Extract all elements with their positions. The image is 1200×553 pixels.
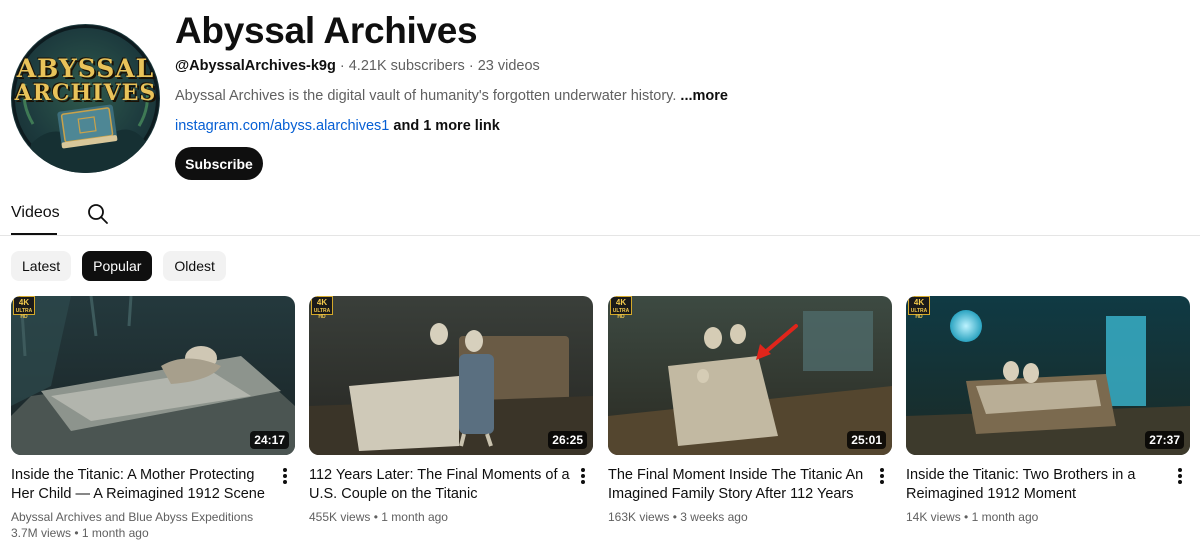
chip-latest[interactable]: Latest (11, 251, 72, 281)
video-stats: 455K views • 1 month ago (309, 509, 448, 525)
subscriber-count: 4.21K subscribers (348, 58, 465, 74)
video-stats: 3.7M views • 1 month ago (11, 525, 149, 541)
more-description-link[interactable]: ...more (680, 88, 728, 104)
video-title[interactable]: The Final Moment Inside The Titanic An I… (608, 466, 870, 504)
more-links-link[interactable]: and 1 more link (393, 118, 499, 134)
logo-text-line2: ARCHIVES (14, 80, 157, 106)
view-count: 163K views (608, 510, 670, 524)
meta-dot: • (74, 526, 82, 540)
video-duration: 26:25 (548, 431, 587, 449)
channel-links: instagram.com/abyss.alarchives1 and 1 mo… (175, 118, 500, 134)
channel-handle: @AbyssalArchives-k9g (175, 58, 336, 74)
view-count: 3.7M views (11, 526, 72, 540)
sort-chips: Latest Popular Oldest (11, 251, 226, 281)
video-thumbnail[interactable]: 4K ULTRA HD 25:01 (608, 296, 892, 455)
chip-popular[interactable]: Popular (82, 251, 153, 281)
video-author[interactable]: Abyssal Archives and Blue Abyss Expediti… (11, 509, 253, 525)
channel-title: Abyssal Archives (175, 10, 478, 51)
video-duration: 24:17 (250, 431, 289, 449)
video-count: 23 videos (477, 58, 540, 74)
video-title[interactable]: Inside the Titanic: Two Brothers in a Re… (906, 466, 1168, 504)
active-tab-indicator (11, 233, 57, 235)
instagram-link[interactable]: instagram.com/abyss.alarchives1 (175, 118, 389, 134)
4k-badge: 4K ULTRA HD (311, 296, 333, 320)
channel-avatar[interactable]: ABYSSAL ARCHIVES (11, 24, 160, 173)
4k-badge: 4K ULTRA HD (908, 296, 930, 320)
subscribe-button[interactable]: Subscribe (175, 147, 263, 180)
video-stats: 14K views • 1 month ago (906, 509, 1038, 525)
upload-age: 3 weeks ago (680, 510, 748, 524)
4k-badge: 4K ULTRA HD (13, 296, 35, 320)
video-thumbnail[interactable]: 4K ULTRA HD 27:37 (906, 296, 1190, 455)
logo-text-line1: ABYSSAL (16, 54, 155, 83)
video-title[interactable]: 112 Years Later: The Final Moments of a … (309, 466, 571, 504)
view-count: 14K views (906, 510, 961, 524)
video-thumbnail[interactable]: 4K ULTRA HD 26:25 (309, 296, 593, 455)
more-actions-icon[interactable] (579, 468, 587, 486)
chip-oldest[interactable]: Oldest (163, 251, 226, 281)
channel-description[interactable]: Abyssal Archives is the digital vault of… (175, 88, 728, 104)
tab-videos[interactable]: Videos (11, 204, 60, 222)
meta-dot: • (964, 510, 972, 524)
video-duration: 25:01 (847, 431, 886, 449)
more-actions-icon[interactable] (878, 468, 886, 486)
view-count: 455K views (309, 510, 371, 524)
meta-separator: · (468, 58, 474, 74)
4k-badge: 4K ULTRA HD (610, 296, 632, 320)
upload-age: 1 month ago (81, 526, 149, 540)
meta-separator: · (339, 58, 345, 74)
upload-age: 1 month ago (381, 510, 448, 524)
upload-age: 1 month ago (971, 510, 1039, 524)
search-icon[interactable] (86, 202, 110, 226)
description-text: Abyssal Archives is the digital vault of… (175, 88, 677, 104)
channel-tabs: Videos (0, 196, 1200, 236)
video-title[interactable]: Inside the Titanic: A Mother Protecting … (11, 466, 273, 504)
more-actions-icon[interactable] (1176, 468, 1184, 486)
more-actions-icon[interactable] (281, 468, 289, 486)
channel-meta: @AbyssalArchives-k9g · 4.21K subscribers… (175, 58, 540, 74)
video-duration: 27:37 (1145, 431, 1184, 449)
video-stats: 163K views • 3 weeks ago (608, 509, 748, 525)
video-thumbnail[interactable]: 4K ULTRA HD 24:17 (11, 296, 295, 455)
